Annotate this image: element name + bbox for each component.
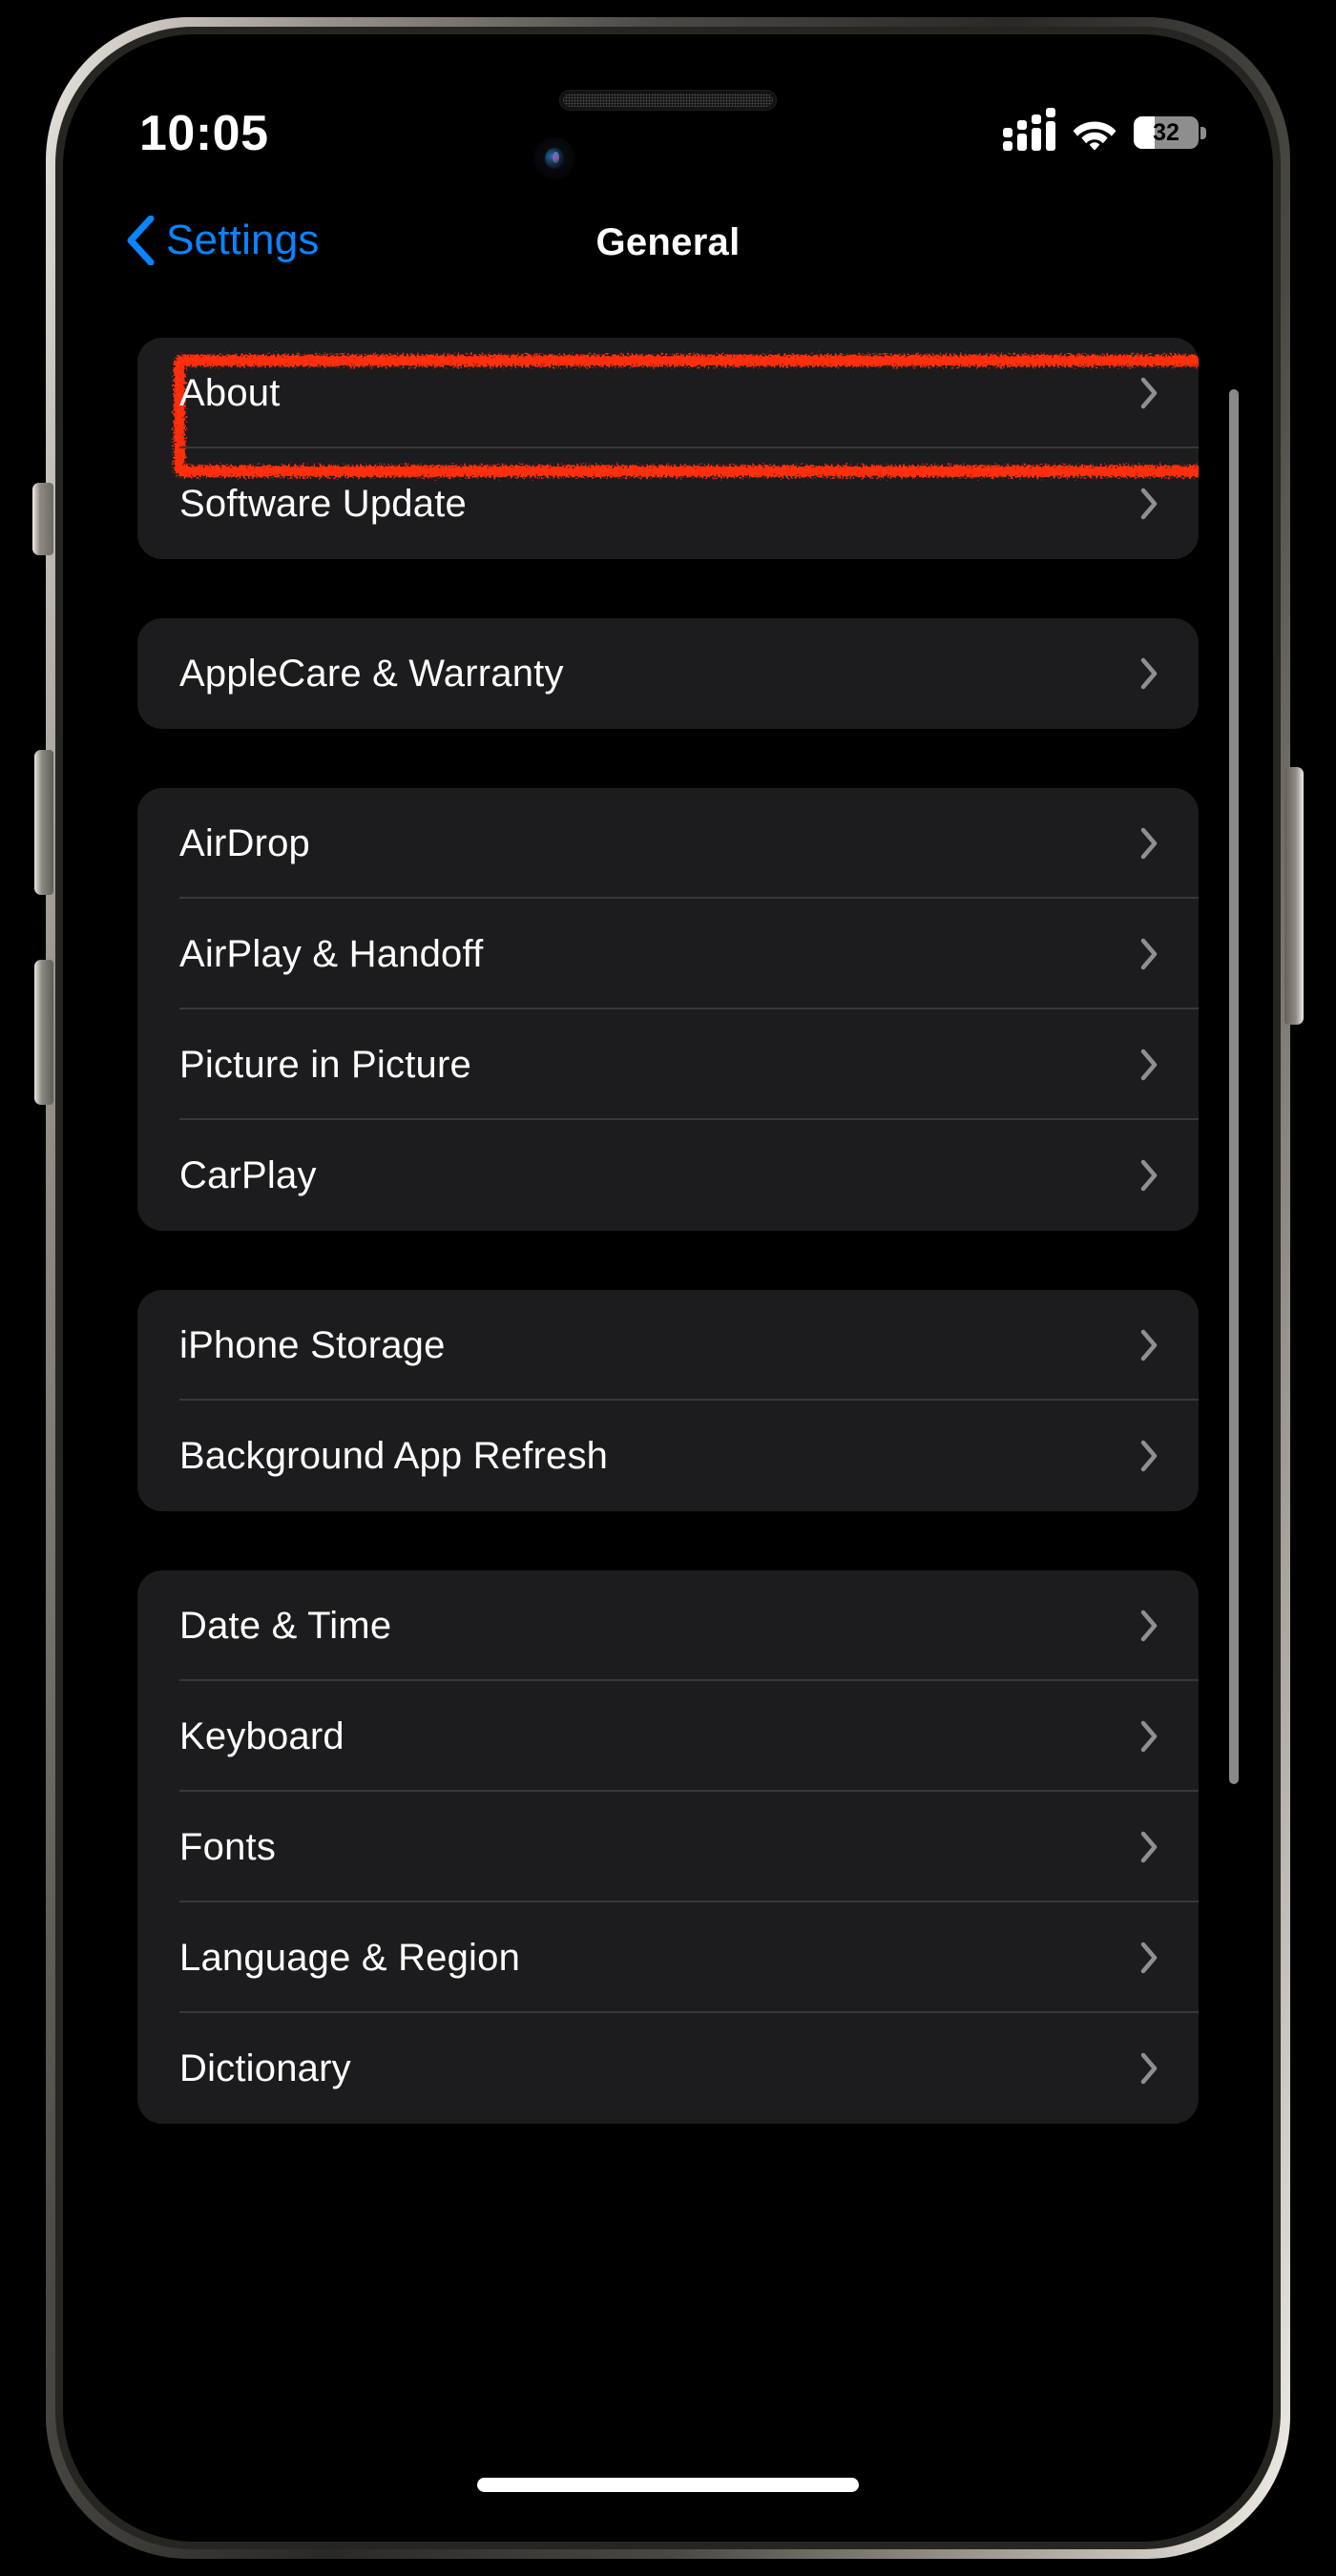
battery-percent-label: 32 [1153, 119, 1179, 146]
chevron-right-icon [1140, 377, 1158, 409]
settings-row[interactable]: Background App Refresh [137, 1401, 1199, 1511]
settings-row[interactable]: Picture in Picture [137, 1009, 1199, 1120]
settings-row-label: Picture in Picture [179, 1043, 471, 1086]
settings-row[interactable]: CarPlay [137, 1120, 1199, 1231]
settings-row-label: Fonts [179, 1825, 277, 1868]
status-bar-indicators: 32 [1003, 108, 1206, 151]
page-title: General [595, 221, 741, 263]
chevron-right-icon [1140, 1720, 1158, 1753]
settings-row[interactable]: Language & Region [137, 1902, 1199, 2013]
battery-icon: 32 [1134, 116, 1206, 149]
settings-row[interactable]: Date & Time [137, 1570, 1199, 1681]
settings-row[interactable]: Software Update [137, 448, 1199, 559]
status-bar: 10:05 32 [84, 52, 1252, 204]
settings-group: Date & Time Keyboard Fonts Language & Regio… [137, 1570, 1199, 2124]
settings-group: About Software Update [137, 338, 1199, 559]
settings-row[interactable]: AirDrop [137, 788, 1199, 899]
chevron-right-icon [1140, 1159, 1158, 1192]
cellular-signal-icon [1003, 108, 1055, 151]
screenshot-root: 10:05 32 Settings General About Software… [0, 0, 1336, 2576]
chevron-right-icon [1140, 1329, 1158, 1361]
settings-row-label: AirDrop [179, 821, 310, 864]
settings-row-label: Keyboard [179, 1714, 344, 1757]
scrollbar[interactable] [1229, 389, 1239, 1784]
settings-row-label: AirPlay & Handoff [179, 932, 484, 975]
chevron-right-icon [1140, 488, 1158, 520]
battery-cap [1200, 127, 1206, 139]
settings-row[interactable]: About [137, 338, 1199, 448]
settings-row-label: Language & Region [179, 1936, 521, 1979]
power-button[interactable] [1284, 767, 1304, 1025]
chevron-right-icon [1140, 2052, 1158, 2085]
settings-row-label: Date & Time [179, 1604, 392, 1647]
settings-row-label: Background App Refresh [179, 1434, 609, 1477]
settings-row-label: CarPlay [179, 1153, 317, 1196]
settings-row-label: Software Update [179, 482, 467, 525]
phone-screen: 10:05 32 Settings General About Software… [84, 52, 1252, 2524]
settings-row[interactable]: AirPlay & Handoff [137, 899, 1199, 1009]
settings-group: AirDrop AirPlay & Handoff Picture in Pictu… [137, 788, 1199, 1231]
settings-row[interactable]: Fonts [137, 1792, 1199, 1902]
chevron-right-icon [1140, 1831, 1158, 1863]
volume-down-button[interactable] [34, 960, 53, 1105]
settings-row-label: AppleCare & Warranty [179, 652, 564, 695]
chevron-right-icon [1140, 1440, 1158, 1472]
settings-row[interactable]: Keyboard [137, 1681, 1199, 1792]
settings-groups: About Software Update AppleCare & Warranty… [84, 338, 1252, 2124]
settings-row[interactable]: iPhone Storage [137, 1290, 1199, 1401]
action-button[interactable] [32, 483, 53, 555]
wifi-icon [1073, 121, 1117, 150]
chevron-right-icon [1140, 1942, 1158, 1974]
chevron-right-icon [1140, 657, 1158, 690]
settings-group: AppleCare & Warranty [137, 618, 1199, 729]
settings-row[interactable]: Dictionary [137, 2013, 1199, 2124]
chevron-right-icon [1140, 1049, 1158, 1081]
settings-list[interactable]: About Software Update AppleCare & Warranty… [84, 307, 1252, 2524]
status-bar-clock: 10:05 [139, 106, 269, 161]
settings-group: iPhone Storage Background App Refresh [137, 1290, 1199, 1511]
settings-row-label: iPhone Storage [179, 1323, 446, 1366]
settings-row-label: Dictionary [179, 2046, 351, 2089]
chevron-right-icon [1140, 938, 1158, 970]
chevron-right-icon [1140, 827, 1158, 860]
volume-up-button[interactable] [34, 750, 53, 895]
settings-row[interactable]: AppleCare & Warranty [137, 618, 1199, 729]
settings-row-label: About [179, 371, 281, 414]
navigation-bar: Settings General [84, 208, 1252, 300]
home-indicator[interactable] [477, 2478, 859, 2492]
chevron-right-icon [1140, 1610, 1158, 1642]
